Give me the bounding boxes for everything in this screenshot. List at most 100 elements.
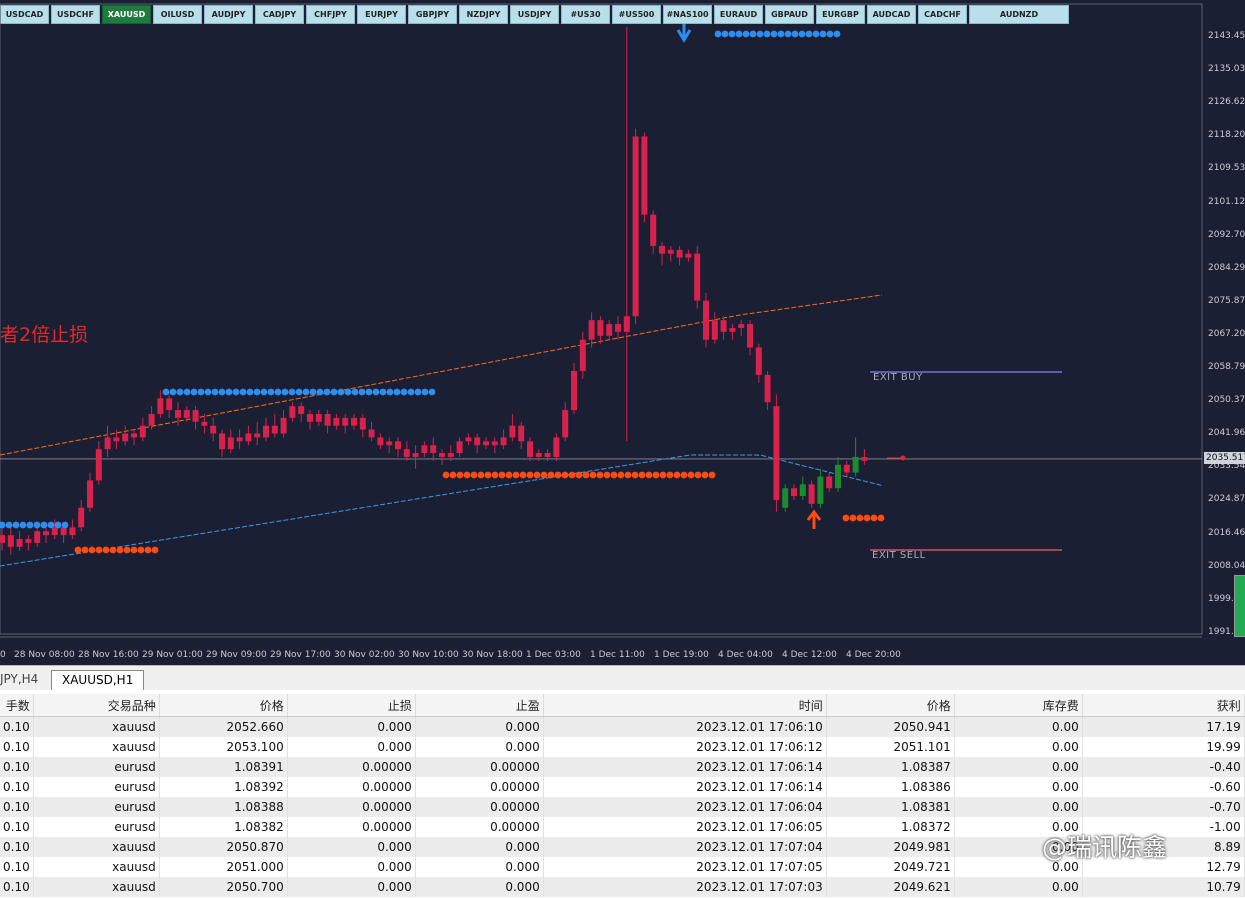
table-cell: 0.00000 (287, 797, 416, 817)
price-tick-label: 2008.045 (1208, 560, 1245, 571)
price-tick-label: 2109.535 (1208, 163, 1245, 174)
exit-sell-label: EXIT SELL (872, 550, 926, 561)
signal-dot-orange (701, 471, 709, 479)
column-header[interactable]: 时间 (543, 694, 827, 717)
column-header[interactable]: 价格 (159, 694, 288, 717)
column-header[interactable]: 价格 (826, 694, 955, 717)
column-header[interactable]: 止盈 (415, 694, 544, 717)
time-tick-label: 1 Dec 19:00 (654, 650, 709, 660)
candle-body (694, 253, 701, 301)
table-cell: 2023.12.01 17:06:04 (543, 797, 827, 817)
table-header-row: 手数 交易品种 价格 止损 止盈 时间 价格 库存费 获利 (0, 694, 1245, 717)
table-cell: 0.000 (415, 716, 544, 737)
candle-body (852, 456, 859, 473)
table-cell: 2023.12.01 17:06:14 (543, 777, 827, 797)
tab-xauusd-h1[interactable]: XAUUSD,H1 (51, 670, 145, 690)
table-cell: 2053.100 (159, 737, 288, 757)
table-cell: eurusd (33, 817, 160, 837)
signal-dot-blue (379, 388, 387, 396)
price-tick-label: 2067.205 (1208, 328, 1245, 339)
signal-dot-blue (309, 388, 317, 396)
table-cell: 17.19 (1082, 716, 1245, 737)
table-cell: 0.000 (415, 857, 544, 877)
candle-body (571, 370, 577, 411)
signal-dot-orange (624, 471, 632, 479)
table-cell: eurusd (33, 777, 160, 797)
signal-dot-orange (849, 514, 857, 522)
signal-dot-orange (870, 514, 878, 522)
table-cell: 2050.941 (826, 716, 955, 737)
signal-dot-orange (673, 471, 681, 479)
candle-body (359, 417, 366, 430)
candle-body (263, 425, 269, 438)
signal-dot-orange (540, 471, 548, 479)
candle-body (843, 464, 850, 473)
table-row[interactable]: 0.10 xauusd 2050.700 0.000 0.000 2023.12.01 1… (0, 877, 1245, 897)
column-header[interactable]: 止损 (287, 694, 416, 717)
table-row[interactable]: 0.10 xauusd 2053.100 0.000 0.000 2023.12.01 1… (0, 737, 1245, 757)
signal-dot-blue (372, 388, 380, 396)
candle-body (650, 214, 657, 246)
table-row[interactable]: 0.10 xauusd 2052.660 0.000 0.000 2023.12.01 1… (0, 716, 1245, 737)
plot-frame (0, 3, 1203, 635)
table-cell: 0.000 (287, 877, 416, 897)
time-tick-label: 29 Nov 17:00 (270, 650, 331, 660)
signal-dot-blue (414, 388, 422, 396)
candle-body (632, 136, 639, 317)
signal-dot-blue (393, 388, 401, 396)
table-row[interactable]: 0.10 eurusd 1.08388 0.00000 0.00000 2023.12.0… (0, 797, 1245, 817)
table-cell: 0.10 (0, 716, 34, 737)
candle-body (271, 425, 278, 434)
signal-dot-orange (877, 514, 885, 522)
column-header[interactable]: 手数 (0, 694, 34, 717)
signal-dot-orange (102, 546, 110, 554)
candle-body (579, 339, 586, 371)
candle-body (0, 535, 5, 543)
tab-jpy-h4[interactable]: JPY,H4 (0, 670, 38, 689)
candle-body (720, 320, 727, 332)
signal-dot-blue (386, 388, 394, 396)
signal-dot-blue (323, 388, 331, 396)
candle-body (535, 453, 542, 457)
candle-body (456, 441, 463, 454)
table-cell: 2023.12.01 17:06:05 (543, 817, 827, 837)
table-row[interactable]: 0.10 eurusd 1.08391 0.00000 0.00000 2023.12.0… (0, 757, 1245, 777)
column-header[interactable]: 获利 (1082, 694, 1245, 717)
table-cell: 0.10 (0, 817, 34, 837)
signal-dot-orange (638, 471, 646, 479)
exit-buy-label: EXIT BUY (873, 372, 923, 383)
table-cell: 19.99 (1082, 737, 1245, 757)
chart-plot-area[interactable] (0, 0, 1245, 665)
candle-body (483, 441, 489, 446)
price-chart[interactable]: USDCAD USDCHF XAUUSD OILUSD AUDJPY CADJPY CHFJ… (0, 0, 1245, 665)
signal-dot-blue (791, 30, 799, 38)
signal-dot-blue (344, 388, 352, 396)
trade-table-container: 手数 交易品种 价格 止损 止盈 时间 价格 库存费 获利 0.10 xauusd 2052.660… (0, 694, 1245, 899)
watermark: @瑞讯陈鑫 (1042, 833, 1168, 862)
signal-dot-blue (253, 388, 261, 396)
price-tick-label: 2101.120 (1208, 196, 1245, 207)
candle-body (139, 425, 146, 438)
candle-body (351, 417, 357, 426)
candle-body (113, 437, 120, 442)
signal-dot-blue (798, 30, 806, 38)
signal-dot-orange (498, 471, 506, 479)
table-cell: 0.10 (0, 877, 34, 897)
column-header[interactable]: 库存费 (954, 694, 1083, 717)
candle-body (183, 410, 190, 418)
buy-arrow-icon (806, 509, 822, 529)
candle-body (562, 410, 569, 438)
signal-dot-blue (183, 388, 191, 396)
signal-dot-orange (659, 471, 667, 479)
candle-body (439, 453, 445, 457)
candle-body (430, 445, 437, 454)
signal-dot-blue (12, 521, 20, 529)
column-header[interactable]: 交易品种 (33, 694, 160, 717)
volume-scroll-indicator[interactable] (1234, 575, 1245, 637)
candle-body (711, 320, 718, 340)
signal-dot-blue (302, 388, 310, 396)
table-cell: 2023.12.01 17:07:03 (543, 877, 827, 897)
table-row[interactable]: 0.10 eurusd 1.08392 0.00000 0.00000 2023.12.0… (0, 777, 1245, 797)
signal-dot-orange (708, 471, 716, 479)
candle-body (307, 413, 313, 422)
